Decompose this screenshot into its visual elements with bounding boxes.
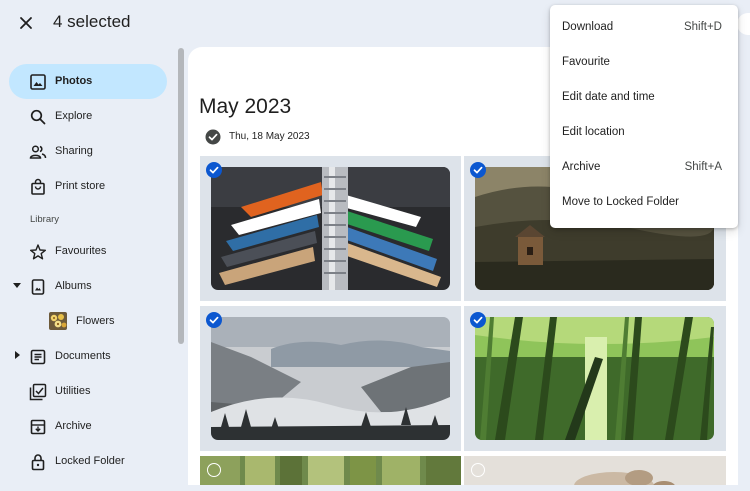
sidebar-item-label: Photos [55,75,93,87]
menu-item-archive[interactable]: Archive Shift+A [550,151,738,186]
library-section-label: Library [30,214,60,225]
menu-item-label: Archive [562,161,601,173]
lock-icon [31,454,45,471]
selected-check-icon[interactable] [470,312,486,328]
sidebar-item-label: Explore [55,110,93,122]
photo-tile[interactable] [200,306,461,451]
menu-item-edit-location[interactable]: Edit location [550,116,738,151]
photo-image [211,317,450,440]
sidebar-item-label: Archive [55,420,92,432]
sidebar-item-flowers[interactable]: Flowers [9,304,167,339]
unselected-radio-icon[interactable] [471,463,485,477]
utilities-icon [29,383,47,401]
menu-item-label: Move to Locked Folder [562,196,679,208]
photo-bamboo-forest[interactable] [475,317,714,440]
sidebar-scrollbar[interactable] [178,48,184,344]
unselected-radio-icon[interactable] [207,463,221,477]
sidebar-item-sharing[interactable]: Sharing [9,134,167,169]
photo-tile[interactable] [200,456,461,485]
photo-clothes-hangers[interactable] [211,167,450,290]
caret-down-icon[interactable] [13,283,21,289]
photo-image [475,317,714,440]
photo-tile[interactable] [200,156,461,301]
photo-tile[interactable] [464,306,726,451]
more-options-menu: Download Shift+D Favourite Edit date and… [550,5,738,228]
sidebar-item-archive[interactable]: Archive [9,409,167,444]
date-select-check-icon[interactable] [205,129,221,145]
close-icon[interactable] [16,13,36,33]
flowers-album-thumbnail [49,312,67,330]
album-icon [31,279,45,295]
sidebar-item-label: Favourites [55,245,107,257]
shopping-bag-icon [31,178,45,195]
sidebar-item-utilities[interactable]: Utilities [9,374,167,409]
sidebar-item-explore[interactable]: Explore [9,99,167,134]
date-label: Thu, 18 May 2023 [229,131,310,142]
archive-icon [30,419,46,435]
menu-item-move-to-locked-folder[interactable]: Move to Locked Folder [550,186,738,221]
sidebar-item-locked-folder[interactable]: Locked Folder [9,444,167,479]
photo-light-objects[interactable] [464,456,726,485]
document-icon [30,349,46,365]
sidebar: Photos Explore Sharing Print store Libra… [0,46,178,491]
star-icon [30,244,46,260]
menu-item-label: Favourite [562,56,610,68]
sidebar-item-label: Print store [55,180,106,192]
menu-item-download[interactable]: Download Shift+D [550,11,738,46]
search-icon [30,109,46,125]
selected-check-icon[interactable] [470,162,486,178]
sidebar-item-favourites[interactable]: Favourites [9,234,167,269]
sidebar-item-label: Documents [55,350,111,362]
sidebar-item-label: Locked Folder [55,455,125,467]
menu-item-edit-date-time[interactable]: Edit date and time [550,81,738,116]
selected-check-icon[interactable] [206,312,222,328]
sidebar-item-label: Sharing [55,145,93,157]
selected-check-icon[interactable] [206,162,222,178]
sidebar-item-photos[interactable]: Photos [9,64,167,99]
sidebar-item-albums[interactable]: Albums [9,269,167,304]
menu-item-label: Download [562,21,614,33]
people-icon [29,145,47,159]
sidebar-item-label: Albums [55,280,92,292]
photo-misty-mountains[interactable] [211,317,450,440]
photo-bamboo-stalks[interactable] [200,456,461,485]
photos-icon [30,74,46,90]
caret-right-icon[interactable] [15,351,21,359]
menu-item-label: Edit date and time [562,91,655,103]
sidebar-item-print-store[interactable]: Print store [9,169,167,204]
selected-count: 4 selected [53,12,131,31]
month-heading: May 2023 [199,95,292,118]
photo-tile[interactable] [464,456,726,485]
menu-item-shortcut: Shift+D [683,21,722,33]
menu-item-shortcut: Shift+A [684,161,722,173]
menu-item-favourite[interactable]: Favourite [550,46,738,81]
sidebar-item-documents[interactable]: Documents [9,339,167,374]
menu-item-label: Edit location [562,126,625,138]
photo-image [211,167,450,290]
sidebar-item-label: Utilities [55,385,91,397]
sidebar-item-label: Flowers [76,315,115,327]
